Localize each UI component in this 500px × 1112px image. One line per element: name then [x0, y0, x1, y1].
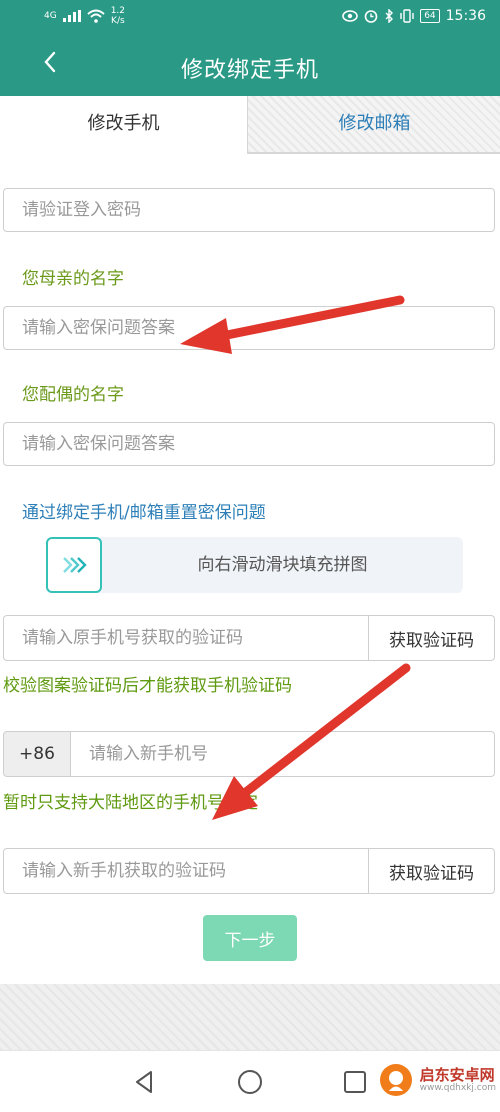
network-type: 4G — [44, 10, 57, 21]
clock: 15:36 — [445, 8, 486, 24]
next-step-button[interactable]: 下一步 — [203, 915, 297, 961]
password-input[interactable] — [3, 188, 495, 232]
tab-change-phone[interactable]: 修改手机 — [0, 96, 247, 154]
watermark-text: 启东安卓网 — [419, 1066, 495, 1084]
nav-home-button[interactable] — [235, 1067, 265, 1097]
security-question-1: 您母亲的名字 — [22, 269, 124, 289]
battery-indicator: 64 — [420, 9, 440, 23]
tab-change-email[interactable]: 修改邮箱 — [247, 96, 500, 154]
eye-icon — [342, 10, 358, 22]
wifi-icon — [87, 9, 105, 23]
network-speed: 1.2 K/s — [110, 6, 126, 26]
security-question-2: 您配偶的名字 — [22, 385, 124, 405]
tab-bar: 修改手机 修改邮箱 — [0, 96, 500, 154]
triangle-back-icon — [136, 1071, 152, 1093]
region-hint: 暂时只支持大陆地区的手机号绑定 — [3, 793, 258, 813]
security-answer-1-input[interactable] — [3, 306, 495, 350]
get-old-code-button[interactable]: 获取验证码 — [368, 615, 495, 661]
app-header: 修改绑定手机 — [0, 36, 500, 96]
slider-handle[interactable] — [46, 537, 102, 593]
slider-captcha: 向右滑动滑块填充拼图 — [46, 537, 463, 593]
nav-back-button[interactable] — [130, 1067, 160, 1097]
alarm-icon — [364, 10, 378, 23]
new-phone-row: +86 — [3, 731, 495, 777]
old-code-hint: 校验图案验证码后才能获取手机验证码 — [3, 676, 292, 696]
page-title: 修改绑定手机 — [180, 58, 319, 83]
square-recents-icon — [344, 1071, 366, 1093]
bluetooth-icon — [385, 9, 394, 23]
old-code-input[interactable] — [3, 615, 369, 661]
get-new-code-button[interactable]: 获取验证码 — [368, 848, 495, 894]
circle-home-icon — [238, 1070, 262, 1094]
watermark-url: www.qdhxkj.com — [419, 1083, 496, 1093]
watermark-logo-icon — [379, 1064, 412, 1096]
signal-icon — [62, 10, 81, 22]
security-answer-2-input[interactable] — [3, 422, 495, 466]
new-code-input[interactable] — [3, 848, 369, 894]
watermark: 启东安卓网 www.qdhxkj.com — [378, 1062, 496, 1098]
status-bar: 4G 1.2 K/s 64 15:36 — [0, 0, 500, 36]
nav-recents-button[interactable] — [340, 1067, 370, 1097]
slider-instruction: 向右滑动滑块填充拼图 — [197, 555, 368, 575]
reset-security-link[interactable]: 通过绑定手机/邮箱重置密保问题 — [22, 498, 266, 523]
vibrate-icon — [400, 9, 414, 23]
new-phone-input[interactable] — [70, 731, 495, 777]
old-code-row: 获取验证码 — [3, 615, 495, 661]
new-code-row: 获取验证码 — [3, 848, 495, 894]
double-chevron-right-icon — [63, 557, 87, 573]
footer-background — [0, 984, 500, 1050]
country-code[interactable]: +86 — [3, 731, 71, 777]
